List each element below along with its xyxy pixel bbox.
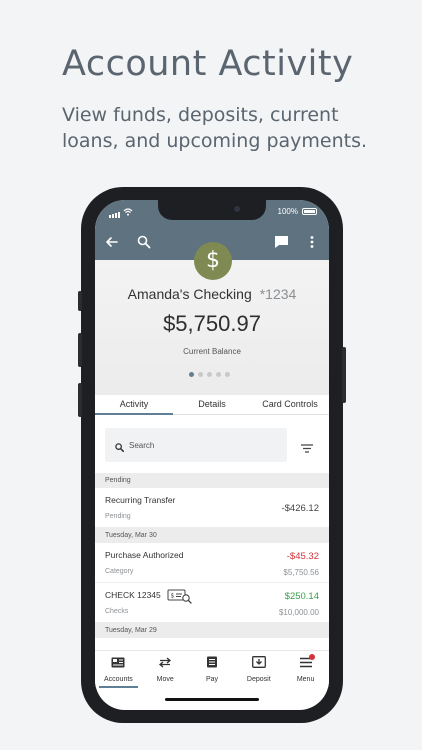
transaction-amount: $250.14 — [284, 591, 319, 602]
account-summary: Amanda's Checking *1234 $5,750.97 Current… — [95, 260, 329, 410]
pay-bill-icon — [206, 655, 218, 672]
transaction-list: Pending Recurring Transfer Pending -$426… — [95, 473, 329, 638]
battery-percent: 100% — [277, 207, 298, 216]
power-button — [342, 347, 346, 403]
deposit-icon — [251, 655, 266, 672]
back-arrow-icon[interactable] — [105, 235, 119, 254]
account-balance: $5,750.97 — [163, 311, 261, 336]
transaction-row[interactable]: Recurring Transfer Pending -$426.12 — [95, 488, 329, 528]
chat-icon[interactable] — [274, 235, 289, 254]
carousel-dot[interactable] — [216, 372, 221, 377]
transaction-amount: -$426.12 — [281, 503, 319, 514]
signal-icon — [109, 212, 120, 218]
transaction-row[interactable]: Purchase Authorized Category -$45.32 $5,… — [95, 543, 329, 583]
section-header: Pending — [95, 473, 329, 488]
battery-icon — [302, 208, 317, 215]
balance-label: Current Balance — [183, 347, 241, 356]
mute-switch — [78, 291, 82, 311]
search-icon — [115, 439, 125, 457]
filter-icon[interactable] — [301, 440, 313, 458]
nav-label: Menu — [296, 676, 315, 683]
more-vertical-icon[interactable] — [310, 235, 314, 254]
transaction-title: CHECK 12345 — [105, 590, 161, 600]
notification-badge — [309, 654, 316, 660]
nav-menu[interactable]: Menu — [282, 651, 329, 688]
carousel-dot[interactable] — [207, 372, 212, 377]
phone-frame: 100% $ Amanda's Checking *1234 $5,750.97… — [78, 187, 346, 723]
search-input[interactable] — [129, 436, 279, 454]
promo-subhead: View funds, deposits, current loans, and… — [62, 104, 368, 152]
carousel-dot[interactable] — [189, 372, 194, 377]
phone-screen: 100% $ Amanda's Checking *1234 $5,750.97… — [95, 200, 329, 710]
nav-accounts[interactable]: Accounts — [95, 651, 142, 688]
volume-up-button — [78, 333, 82, 367]
nav-label: Deposit — [246, 676, 271, 683]
section-header: Tuesday, Mar 29 — [95, 623, 329, 638]
search-box — [105, 428, 287, 462]
account-name-line: Amanda's Checking *1234 — [95, 286, 329, 302]
account-mask: *1234 — [259, 286, 297, 302]
nav-pay[interactable]: Pay — [189, 651, 236, 688]
home-indicator[interactable] — [165, 698, 259, 701]
wifi-icon — [123, 208, 133, 218]
camera-icon — [234, 206, 240, 212]
transaction-subtitle: Checks — [105, 608, 129, 615]
transaction-title: Recurring Transfer — [105, 495, 176, 505]
account-tabs: Activity Details Card Controls — [95, 395, 329, 415]
search-icon[interactable] — [137, 235, 151, 254]
dollar-sign-icon: $ — [194, 242, 232, 280]
section-header: Tuesday, Mar 30 — [95, 528, 329, 543]
nav-move[interactable]: Move — [142, 651, 189, 688]
search-row — [95, 415, 329, 473]
transaction-row[interactable]: CHECK 12345 $ Checks $250.14 $10,000.00 — [95, 583, 329, 623]
volume-down-button — [78, 383, 82, 417]
transaction-subtitle: Pending — [105, 513, 131, 520]
nav-label: Pay — [205, 676, 219, 683]
carousel-dots[interactable] — [189, 372, 230, 377]
account-name: Amanda's Checking — [127, 286, 252, 302]
bottom-nav: Accounts Move Pay Deposit Menu — [95, 650, 329, 688]
check-image-icon[interactable]: $ — [167, 588, 193, 609]
nav-label: Accounts — [104, 676, 133, 683]
transaction-title: Purchase Authorized — [105, 550, 184, 560]
running-balance: $10,000.00 — [278, 608, 319, 617]
notch — [158, 200, 266, 220]
transaction-amount: -$45.32 — [286, 551, 319, 562]
move-arrows-icon — [158, 655, 172, 672]
carousel-dot[interactable] — [225, 372, 230, 377]
running-balance: $5,750.56 — [283, 568, 319, 577]
accounts-icon — [111, 655, 125, 672]
tab-details[interactable]: Details — [173, 395, 251, 414]
nav-deposit[interactable]: Deposit — [235, 651, 282, 688]
tab-card-controls[interactable]: Card Controls — [251, 395, 329, 414]
transaction-subtitle: Category — [105, 568, 134, 575]
tab-activity[interactable]: Activity — [95, 395, 173, 415]
svg-text:$: $ — [171, 593, 175, 600]
nav-label: Move — [156, 676, 174, 683]
promo-headline: Account Activity — [62, 44, 354, 84]
carousel-dot[interactable] — [198, 372, 203, 377]
